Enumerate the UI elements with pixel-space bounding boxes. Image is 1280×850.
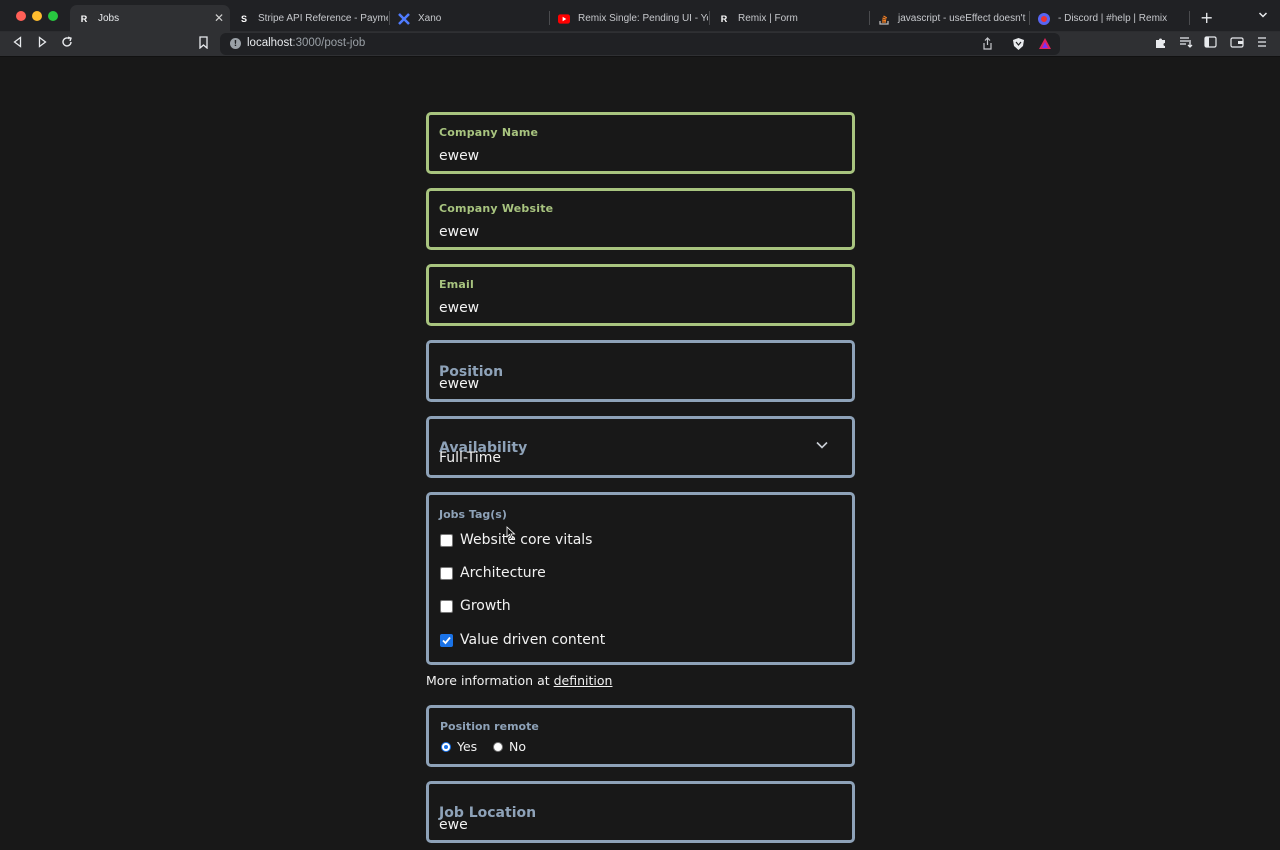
chevron-down-icon[interactable] <box>815 437 829 451</box>
brave-shields-icon[interactable] <box>1012 37 1025 54</box>
remote-yes-option[interactable]: Yes <box>441 739 477 754</box>
tab-label: javascript - useEffect doesn't <box>898 13 1026 24</box>
company-website-label: Company Website <box>439 202 554 215</box>
reading-list-icon[interactable] <box>1179 36 1193 51</box>
checkbox-checked[interactable] <box>440 633 453 647</box>
brave-rewards-icon[interactable] <box>1038 37 1052 53</box>
tab-discord[interactable]: - Discord | #help | Remix <box>1030 5 1188 32</box>
tab-jobs[interactable]: R Jobs ✕ <box>70 5 230 32</box>
remix-icon: R <box>80 13 88 24</box>
tag-option-growth[interactable]: Growth <box>440 598 511 614</box>
stripe-icon: S <box>240 13 247 24</box>
tab-label: Jobs <box>98 13 120 24</box>
tab-label: Remix Single: Pending UI - Yo <box>578 13 708 24</box>
company-name-input[interactable]: ewew <box>439 148 479 164</box>
availability-value[interactable]: Full-Time <box>439 450 501 466</box>
checkbox[interactable] <box>440 599 453 613</box>
job-location-input[interactable]: ewe <box>439 817 468 833</box>
remote-no-label: No <box>509 739 526 754</box>
position-field[interactable]: Position ewew <box>426 340 855 402</box>
tab-bar: R Jobs ✕ S Stripe API Reference - Payme … <box>0 0 1280 32</box>
email-label: Email <box>439 278 474 291</box>
job-tags-label: Jobs Tag(s) <box>439 508 507 521</box>
sidebar-icon[interactable] <box>1204 36 1217 51</box>
window-minimize-button[interactable] <box>32 11 42 21</box>
tab-search-chevron-icon[interactable] <box>1258 10 1268 23</box>
mouse-cursor-icon <box>506 525 516 540</box>
tag-option-label: Website core vitals <box>460 532 593 548</box>
bookmark-icon[interactable] <box>198 36 209 53</box>
definition-link[interactable]: definition <box>554 673 613 688</box>
radio-selected[interactable] <box>441 741 451 752</box>
url-text: localhost:3000/post-job <box>247 37 366 49</box>
wallet-icon[interactable] <box>1230 36 1244 51</box>
company-name-label: Company Name <box>439 126 539 139</box>
xano-icon <box>398 12 410 25</box>
email-input[interactable]: ewew <box>439 300 479 316</box>
tab-youtube[interactable]: Remix Single: Pending UI - Yo <box>550 5 708 32</box>
menu-icon[interactable] <box>1257 36 1267 51</box>
forward-button[interactable] <box>36 36 48 52</box>
tag-option-value-driven-content[interactable]: Value driven content <box>440 632 605 648</box>
tab-remix-form[interactable]: R Remix | Form <box>710 5 868 32</box>
more-information-text: More information at definition <box>426 673 613 688</box>
tag-option-architecture[interactable]: Architecture <box>440 565 546 581</box>
new-tab-button[interactable]: + <box>1200 8 1213 27</box>
reload-button[interactable] <box>61 36 73 52</box>
company-website-input[interactable]: ewew <box>439 224 479 240</box>
remix-icon: R <box>720 13 728 24</box>
remote-yes-label: Yes <box>457 739 478 754</box>
email-field[interactable]: Email ewew <box>426 264 855 326</box>
close-icon[interactable]: ✕ <box>214 11 224 25</box>
site-info-icon[interactable]: ! <box>230 38 241 49</box>
position-input[interactable]: ewew <box>439 376 479 392</box>
company-name-field[interactable]: Company Name ewew <box>426 112 855 174</box>
stackoverflow-icon <box>878 13 890 25</box>
post-job-page: Company Name ewew Company Website ewew E… <box>0 58 1280 850</box>
checkbox[interactable] <box>440 566 453 580</box>
tab-stackoverflow[interactable]: javascript - useEffect doesn't <box>870 5 1028 32</box>
back-button[interactable] <box>12 36 24 52</box>
tab-label: Remix | Form <box>738 13 798 24</box>
position-remote-label: Position remote <box>440 720 539 733</box>
remote-no-option[interactable]: No <box>493 739 526 754</box>
window-close-button[interactable] <box>16 11 26 21</box>
extensions-puzzle-icon[interactable] <box>1154 36 1167 52</box>
share-icon[interactable] <box>982 37 993 53</box>
job-location-field[interactable]: Job Location ewe <box>426 781 855 843</box>
tag-option-label: Growth <box>460 598 511 614</box>
job-tags-group: Jobs Tag(s) Website core vitals Architec… <box>426 492 855 665</box>
checkbox[interactable] <box>440 533 453 547</box>
availability-select[interactable]: Availability Full-Time <box>426 416 855 478</box>
company-website-field[interactable]: Company Website ewew <box>426 188 855 250</box>
tab-label: Xano <box>418 13 442 24</box>
tag-option-label: Architecture <box>460 565 546 581</box>
position-remote-group: Position remote Yes No <box>426 705 855 767</box>
tag-option-label: Value driven content <box>460 632 606 648</box>
tab-label: Stripe API Reference - Payme <box>258 13 388 24</box>
radio[interactable] <box>493 741 503 752</box>
tab-xano[interactable]: Xano <box>390 5 548 32</box>
discord-icon <box>1038 12 1050 25</box>
tab-label: - Discord | #help | Remix <box>1058 13 1168 24</box>
window-zoom-button[interactable] <box>48 11 58 21</box>
browser-toolbar: ! localhost:3000/post-job <box>0 32 1280 57</box>
youtube-icon <box>558 13 570 25</box>
tag-option-website-core-vitals[interactable]: Website core vitals <box>440 532 592 548</box>
address-bar[interactable]: ! localhost:3000/post-job <box>220 33 1060 55</box>
tab-stripe[interactable]: S Stripe API Reference - Payme <box>230 5 388 32</box>
